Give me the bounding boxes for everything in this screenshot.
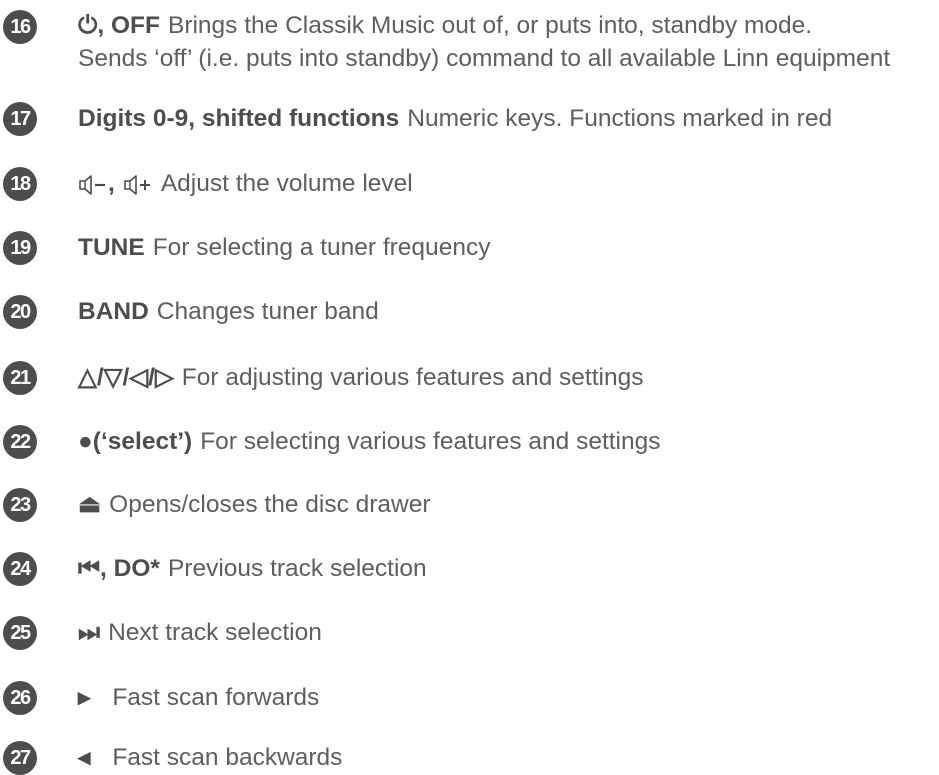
item-number-badge: 20: [3, 295, 37, 329]
item-key: TUNE: [78, 234, 145, 261]
item-number-badge: 18: [3, 167, 37, 201]
item-number-badge: 25: [3, 616, 37, 650]
item-text: ▸ Fast scan forwards: [78, 681, 938, 714]
item-text: ●(‘select’) For selecting various feature…: [78, 425, 938, 458]
volume-down-icon: [78, 170, 108, 197]
item-desc: Next track selection: [108, 619, 322, 646]
item-text: ◂ Fast scan backwards: [78, 741, 938, 774]
item-desc: Sends ‘off’ (i.e. puts into standby) com…: [78, 45, 891, 72]
item-desc: Opens/closes the disc drawer: [109, 491, 431, 518]
volume-up-icon: [123, 170, 153, 197]
item-desc: Changes tuner band: [156, 298, 379, 325]
item-desc: For adjusting various features and setti…: [181, 364, 644, 391]
scan-forward-icon: ▸: [78, 684, 91, 711]
item-number-badge: 26: [3, 681, 37, 715]
item-text: ⏮, DO* Previous track selection: [78, 552, 938, 585]
item-desc: Fast scan forwards: [112, 684, 320, 711]
item-text: TUNE For selecting a tuner frequency: [78, 231, 938, 264]
item-number-badge: 24: [3, 552, 37, 586]
item-number-badge: 19: [3, 231, 37, 265]
item-desc: Brings the Classik Music out of, or puts…: [167, 12, 813, 39]
item-number-badge: 23: [3, 488, 37, 522]
item-desc: For selecting various features and setti…: [200, 428, 661, 455]
item-key-separator: ,: [108, 170, 115, 197]
item-key: Digits 0-9, shifted functions: [78, 105, 400, 132]
item-number-badge: 22: [3, 425, 37, 459]
next-track-icon: ⏭: [78, 619, 101, 646]
item-desc: Adjust the volume level: [160, 170, 413, 197]
previous-track-icon: ⏮, DO*: [78, 555, 160, 582]
direction-arrows-icon: △/▽/◁/▷: [78, 364, 174, 391]
button-description-list: 16 ⏻, OFF Brings the Classik Music out of…: [0, 0, 939, 775]
item-text: ⏭ Next track selection: [78, 616, 938, 649]
item-number-badge: 21: [3, 361, 37, 395]
item-desc: Previous track selection: [167, 555, 427, 582]
eject-icon: ⏏: [78, 491, 102, 518]
item-text: BAND Changes tuner band: [78, 295, 938, 328]
item-text: ⏻, OFF Brings the Classik Music out of, o…: [78, 9, 938, 42]
item-number-badge: 16: [3, 10, 37, 44]
item-key: ⏻, OFF: [78, 12, 160, 39]
select-dot-icon: ●(‘select’): [78, 428, 193, 455]
item-key: BAND: [78, 298, 149, 325]
item-desc: Fast scan backwards: [112, 744, 343, 771]
item-text: ⏏ Opens/closes the disc drawer: [78, 488, 938, 521]
item-text-line2: Sends ‘off’ (i.e. puts into standby) com…: [78, 42, 938, 75]
item-text: Digits 0-9, shifted functions Numeric key…: [78, 102, 938, 135]
item-desc: For selecting a tuner frequency: [152, 234, 491, 261]
item-text: △/▽/◁/▷ For adjusting various features an…: [78, 361, 938, 394]
scan-backward-icon: ◂: [78, 744, 91, 771]
item-number-badge: 27: [3, 741, 37, 775]
item-text: , Adjust the volume level: [78, 167, 938, 200]
item-desc: Numeric keys. Functions marked in red: [407, 105, 833, 132]
item-number-badge: 17: [3, 102, 37, 136]
